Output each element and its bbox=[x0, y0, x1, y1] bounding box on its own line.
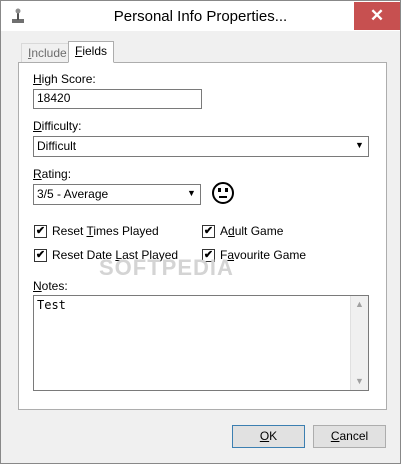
notes-textarea[interactable]: Test ▲ ▼ bbox=[33, 295, 369, 391]
chevron-down-icon[interactable]: ▼ bbox=[184, 186, 199, 201]
dialog-body: Include Fields High Score: 18420 Difficu… bbox=[1, 31, 400, 463]
watermark: SOFTPEDIA bbox=[99, 255, 234, 280]
ok-button[interactable]: OK bbox=[232, 425, 305, 448]
high-score-input[interactable]: 18420 bbox=[33, 89, 202, 109]
notes-label: Notes: bbox=[33, 279, 68, 293]
rating-label: Rating: bbox=[33, 167, 72, 181]
reset-times-played-label[interactable]: Reset Times Played bbox=[52, 224, 159, 238]
reset-times-played-checkbox[interactable]: ✔ bbox=[34, 225, 47, 238]
cancel-button[interactable]: Cancel bbox=[313, 425, 386, 448]
adult-game-checkbox[interactable]: ✔ bbox=[202, 225, 215, 238]
tab-include-label: nclude bbox=[31, 46, 67, 60]
properties-dialog: Personal Info Properties... ✕ Include Fi… bbox=[0, 0, 401, 464]
rating-value: 3/5 - Average bbox=[37, 187, 109, 201]
difficulty-select[interactable]: Difficult ▼ bbox=[33, 136, 369, 157]
difficulty-value: Difficult bbox=[37, 139, 77, 153]
scroll-up-icon[interactable]: ▲ bbox=[351, 296, 368, 313]
adult-game-label[interactable]: Adult Game bbox=[220, 224, 283, 238]
close-button[interactable]: ✕ bbox=[354, 2, 400, 30]
high-score-label: High Score: bbox=[33, 72, 96, 86]
tab-include[interactable]: Include bbox=[21, 43, 74, 63]
neutral-face-icon bbox=[212, 182, 234, 204]
fields-panel: High Score: 18420 Difficulty: Difficult … bbox=[18, 62, 387, 410]
notes-value: Test bbox=[37, 298, 66, 312]
tab-fields[interactable]: Fields bbox=[68, 41, 115, 63]
title-bar[interactable]: Personal Info Properties... ✕ bbox=[1, 1, 400, 31]
difficulty-label: Difficulty: bbox=[33, 119, 82, 133]
rating-select[interactable]: 3/5 - Average ▼ bbox=[33, 184, 201, 205]
scroll-down-icon[interactable]: ▼ bbox=[351, 373, 368, 390]
tab-fields-label: ields bbox=[82, 44, 108, 58]
reset-date-last-played-checkbox[interactable]: ✔ bbox=[34, 249, 47, 262]
window-title: Personal Info Properties... bbox=[113, 8, 288, 25]
chevron-down-icon[interactable]: ▼ bbox=[352, 138, 367, 153]
notes-scrollbar[interactable]: ▲ ▼ bbox=[350, 296, 368, 390]
